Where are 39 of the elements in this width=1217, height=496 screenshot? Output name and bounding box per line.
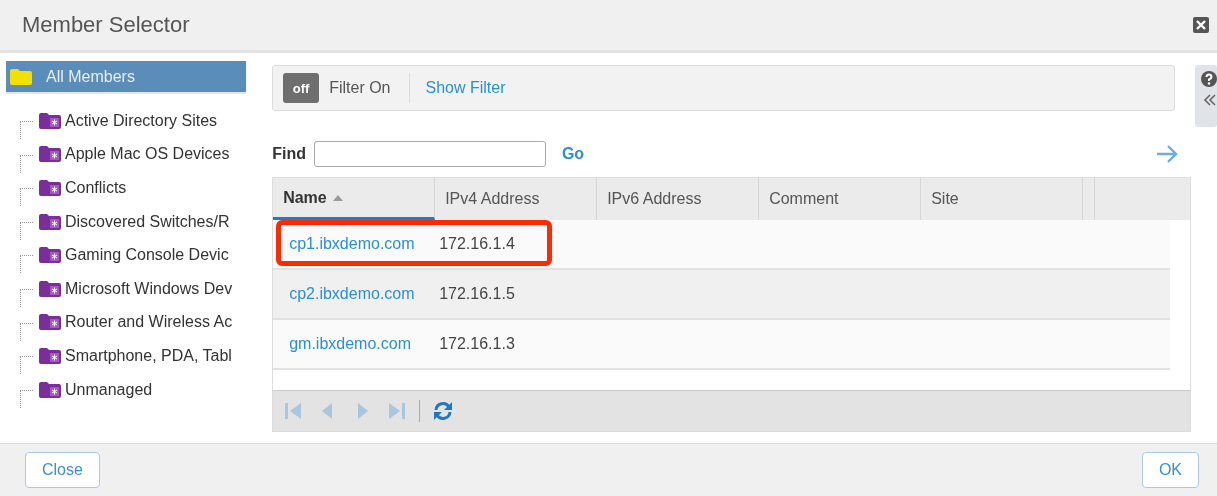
refresh-icon[interactable] [432, 400, 455, 422]
member-link[interactable]: gm.ibxdemo.com [273, 335, 440, 353]
tree-item[interactable]: Smartphone, PDA, Tabl [65, 346, 232, 365]
folder-icon [10, 68, 32, 85]
collapse-icon[interactable] [1203, 93, 1217, 107]
tree-item[interactable]: Conflicts [65, 179, 127, 197]
close-button[interactable]: Close [25, 452, 100, 488]
window-title: Member Selector [22, 12, 190, 38]
table-cell: 172.16.1.3 [439, 335, 515, 353]
arrow-right-icon[interactable] [1156, 145, 1179, 163]
filter-label: Filter On [329, 73, 410, 103]
tree-item[interactable]: Active Directory Sites [65, 111, 218, 130]
folder-icon [39, 280, 61, 297]
folder-icon [39, 213, 61, 230]
find-field[interactable] [313, 141, 546, 167]
tree-item[interactable]: Router and Wireless Ac [65, 313, 233, 332]
folder-icon [39, 146, 61, 163]
help-icon[interactable] [1201, 71, 1217, 87]
tree-item[interactable]: Unmanaged [65, 380, 153, 399]
ok-button[interactable]: OK [1141, 452, 1199, 488]
folder-icon [39, 314, 61, 331]
folder-icon [39, 180, 61, 196]
member-link[interactable]: cp1.ibxdemo.com [273, 235, 440, 253]
sort-arrow-icon [332, 194, 343, 201]
folder-icon [39, 247, 61, 264]
column-header[interactable]: Name [273, 178, 436, 220]
filter-toggle[interactable]: off [283, 73, 320, 103]
tree-item[interactable]: Discovered Switches/R [65, 212, 230, 231]
go-link[interactable]: Go [561, 145, 585, 163]
folder-icon [39, 347, 61, 364]
table-cell: 172.16.1.5 [439, 285, 515, 303]
tree-item[interactable]: Gaming Console Devic [65, 246, 229, 265]
folder-icon [39, 381, 61, 398]
table-cell: 172.16.1.4 [439, 235, 515, 253]
folder-icon [39, 112, 61, 129]
tree-item[interactable]: Apple Mac OS Devices [65, 145, 230, 164]
close-icon[interactable] [1193, 17, 1209, 33]
tree-item[interactable]: Microsoft Windows Dev [65, 279, 233, 298]
find-label: Find [272, 145, 306, 163]
